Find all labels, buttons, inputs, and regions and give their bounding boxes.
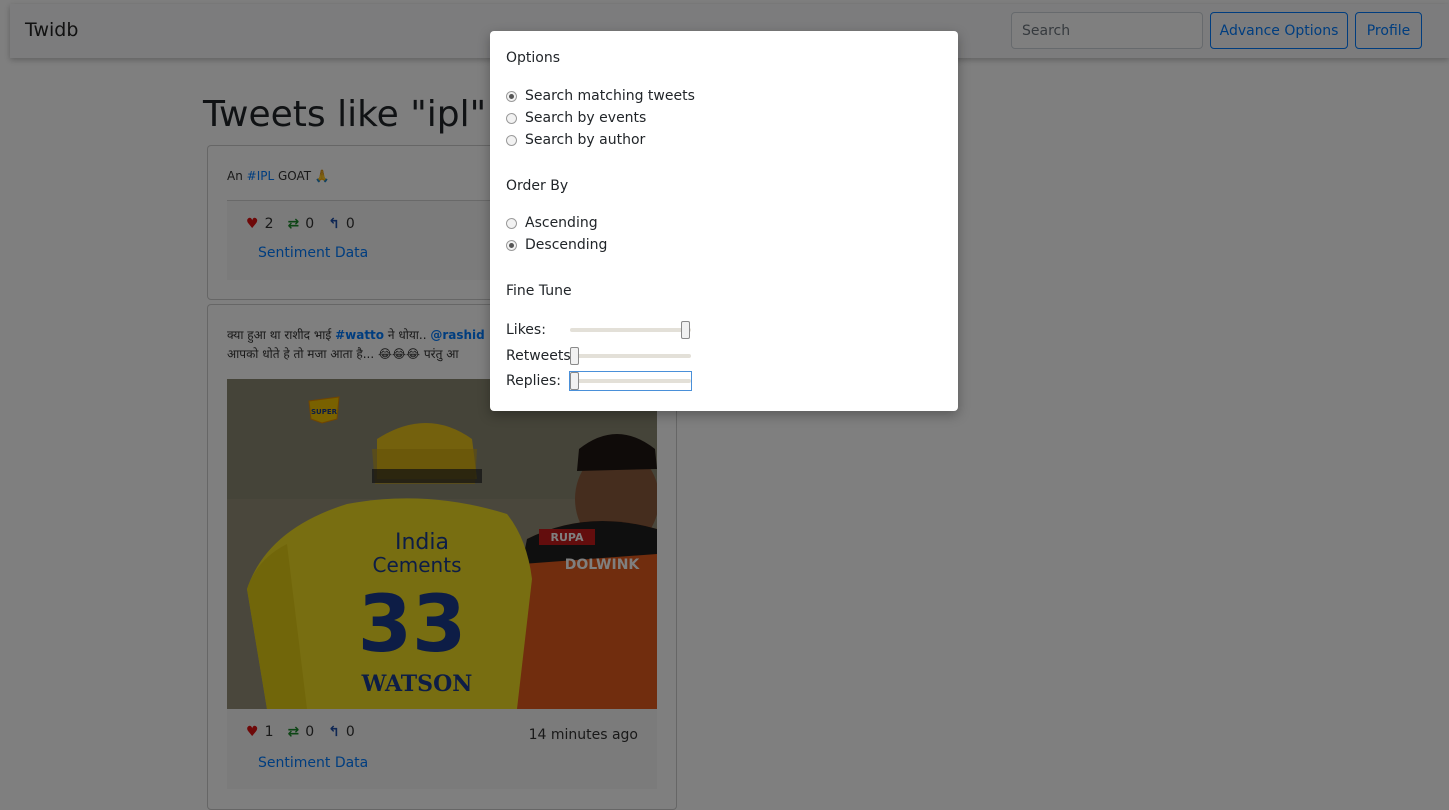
- slider-label: Likes:: [506, 322, 546, 338]
- radio-button[interactable]: [506, 239, 517, 251]
- slider-thumb[interactable]: [681, 321, 690, 339]
- radio-button[interactable]: [506, 134, 517, 146]
- radio-button[interactable]: [506, 112, 517, 124]
- likes-slider[interactable]: [570, 321, 691, 339]
- replies-slider-row: Replies:: [506, 371, 692, 391]
- options-title: Options: [506, 50, 561, 66]
- radio-ascending[interactable]: Ascending: [506, 215, 598, 231]
- slider-thumb[interactable]: [570, 372, 579, 390]
- fine-tune-title: Fine Tune: [506, 283, 572, 299]
- advance-options-modal: Options Search matching tweets Search by…: [490, 31, 958, 411]
- slider-label: Replies:: [506, 373, 562, 389]
- order-by-title: Order By: [506, 178, 569, 194]
- slider-label: Retweets:: [506, 348, 576, 364]
- radio-button[interactable]: [506, 217, 517, 229]
- replies-slider[interactable]: [569, 371, 692, 391]
- radio-search-by-author[interactable]: Search by author: [506, 132, 645, 148]
- radio-descending[interactable]: Descending: [506, 237, 607, 253]
- retweets-slider-row: Retweets:: [506, 347, 691, 365]
- radio-search-matching-tweets[interactable]: Search matching tweets: [506, 88, 695, 104]
- likes-slider-row: Likes:: [506, 321, 691, 339]
- radio-button[interactable]: [506, 90, 517, 102]
- radio-search-by-events[interactable]: Search by events: [506, 110, 646, 126]
- slider-thumb[interactable]: [570, 347, 579, 365]
- retweets-slider[interactable]: [570, 347, 691, 365]
